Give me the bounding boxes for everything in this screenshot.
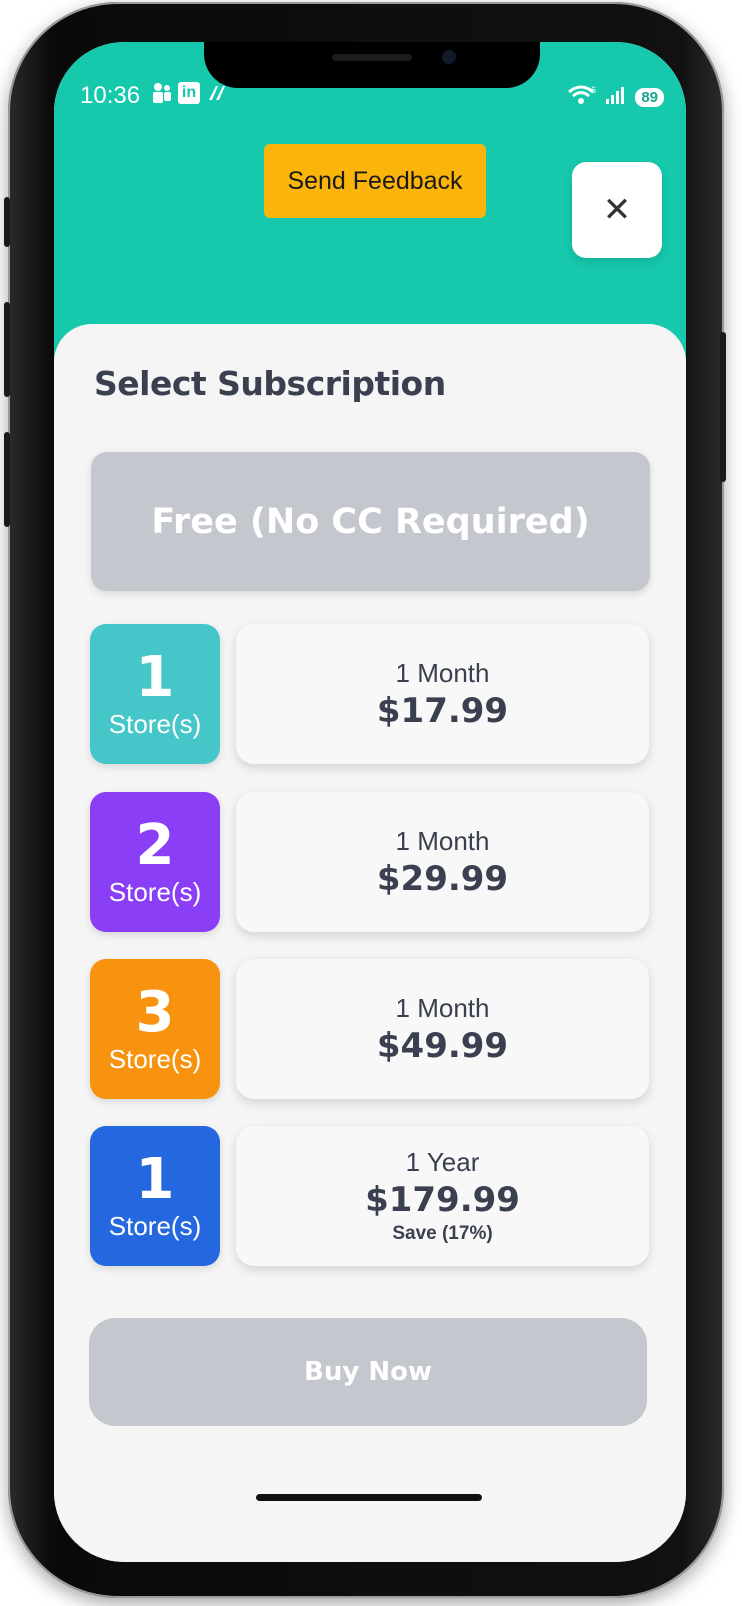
volume-up-button	[4, 302, 10, 397]
front-camera	[442, 50, 456, 64]
plan-card[interactable]: 1 Year $179.99 Save (17%)	[236, 1126, 649, 1266]
status-right: 6 89	[567, 84, 664, 111]
send-feedback-button[interactable]: Send Feedback	[264, 144, 486, 218]
plan-card[interactable]: 1 Month $17.99	[236, 624, 649, 764]
home-indicator[interactable]	[256, 1494, 482, 1501]
plan-period: 1 Month	[395, 826, 490, 856]
close-icon: ✕	[602, 191, 632, 229]
plan-price: $29.99	[376, 859, 509, 899]
buy-now-button[interactable]: Buy Now	[89, 1318, 647, 1426]
plan-row[interactable]: 1 Store(s) 1 Month $17.99	[90, 624, 650, 764]
plan-row[interactable]: 2 Store(s) 1 Month $29.99	[90, 792, 650, 932]
teams-icon	[152, 82, 172, 110]
store-label: Store(s)	[108, 1044, 202, 1074]
notch	[204, 42, 540, 88]
store-count-tile[interactable]: 2 Store(s)	[90, 792, 220, 932]
header: 10:36 in 6 89 Send Feedback ✕	[54, 42, 686, 362]
store-label: Store(s)	[108, 877, 202, 907]
plan-period: 1 Month	[395, 658, 490, 688]
page-title: Select Subscription	[94, 364, 446, 403]
linkedin-icon: in	[178, 82, 200, 104]
plan-row[interactable]: 1 Store(s) 1 Year $179.99 Save (17%)	[90, 1126, 650, 1266]
notification-icons: in	[152, 82, 228, 110]
plan-period: 1 Month	[395, 993, 490, 1023]
plan-card[interactable]: 1 Month $49.99	[236, 959, 649, 1099]
plan-period: 1 Year	[405, 1147, 480, 1177]
subscription-sheet: Select Subscription Free (No CC Required…	[54, 324, 686, 1562]
volume-down-button	[4, 432, 10, 527]
store-count: 2	[135, 813, 175, 878]
store-count-tile[interactable]: 1 Store(s)	[90, 1126, 220, 1266]
store-count-tile[interactable]: 1 Store(s)	[90, 624, 220, 764]
mute-switch	[4, 197, 10, 247]
status-time: 10:36	[80, 82, 141, 109]
phone-frame: 10:36 in 6 89 Send Feedback ✕ Select Sub…	[4, 2, 726, 1598]
plan-row[interactable]: 3 Store(s) 1 Month $49.99	[90, 959, 650, 1099]
store-label: Store(s)	[108, 709, 202, 739]
store-count: 3	[135, 980, 175, 1045]
savings-badge: Save (17%)	[392, 1223, 493, 1244]
plan-card[interactable]: 1 Month $29.99	[236, 792, 649, 932]
close-button[interactable]: ✕	[572, 162, 662, 258]
plan-price: $17.99	[376, 691, 509, 731]
speaker-grille	[332, 54, 412, 61]
store-count: 1	[135, 645, 175, 710]
svg-text:6: 6	[591, 85, 596, 95]
plan-price: $179.99	[365, 1180, 520, 1220]
store-count: 1	[135, 1147, 175, 1212]
free-plan-button[interactable]: Free (No CC Required)	[91, 452, 650, 591]
signal-icon	[605, 85, 627, 110]
plan-price: $49.99	[376, 1026, 509, 1066]
store-label: Store(s)	[108, 1211, 202, 1241]
store-count-tile[interactable]: 3 Store(s)	[90, 959, 220, 1099]
wifi-icon: 6	[567, 84, 597, 111]
app-icon	[206, 82, 228, 110]
power-button	[720, 332, 726, 482]
app-screen: 10:36 in 6 89 Send Feedback ✕ Select Sub…	[54, 42, 686, 1562]
battery-indicator: 89	[635, 88, 664, 107]
